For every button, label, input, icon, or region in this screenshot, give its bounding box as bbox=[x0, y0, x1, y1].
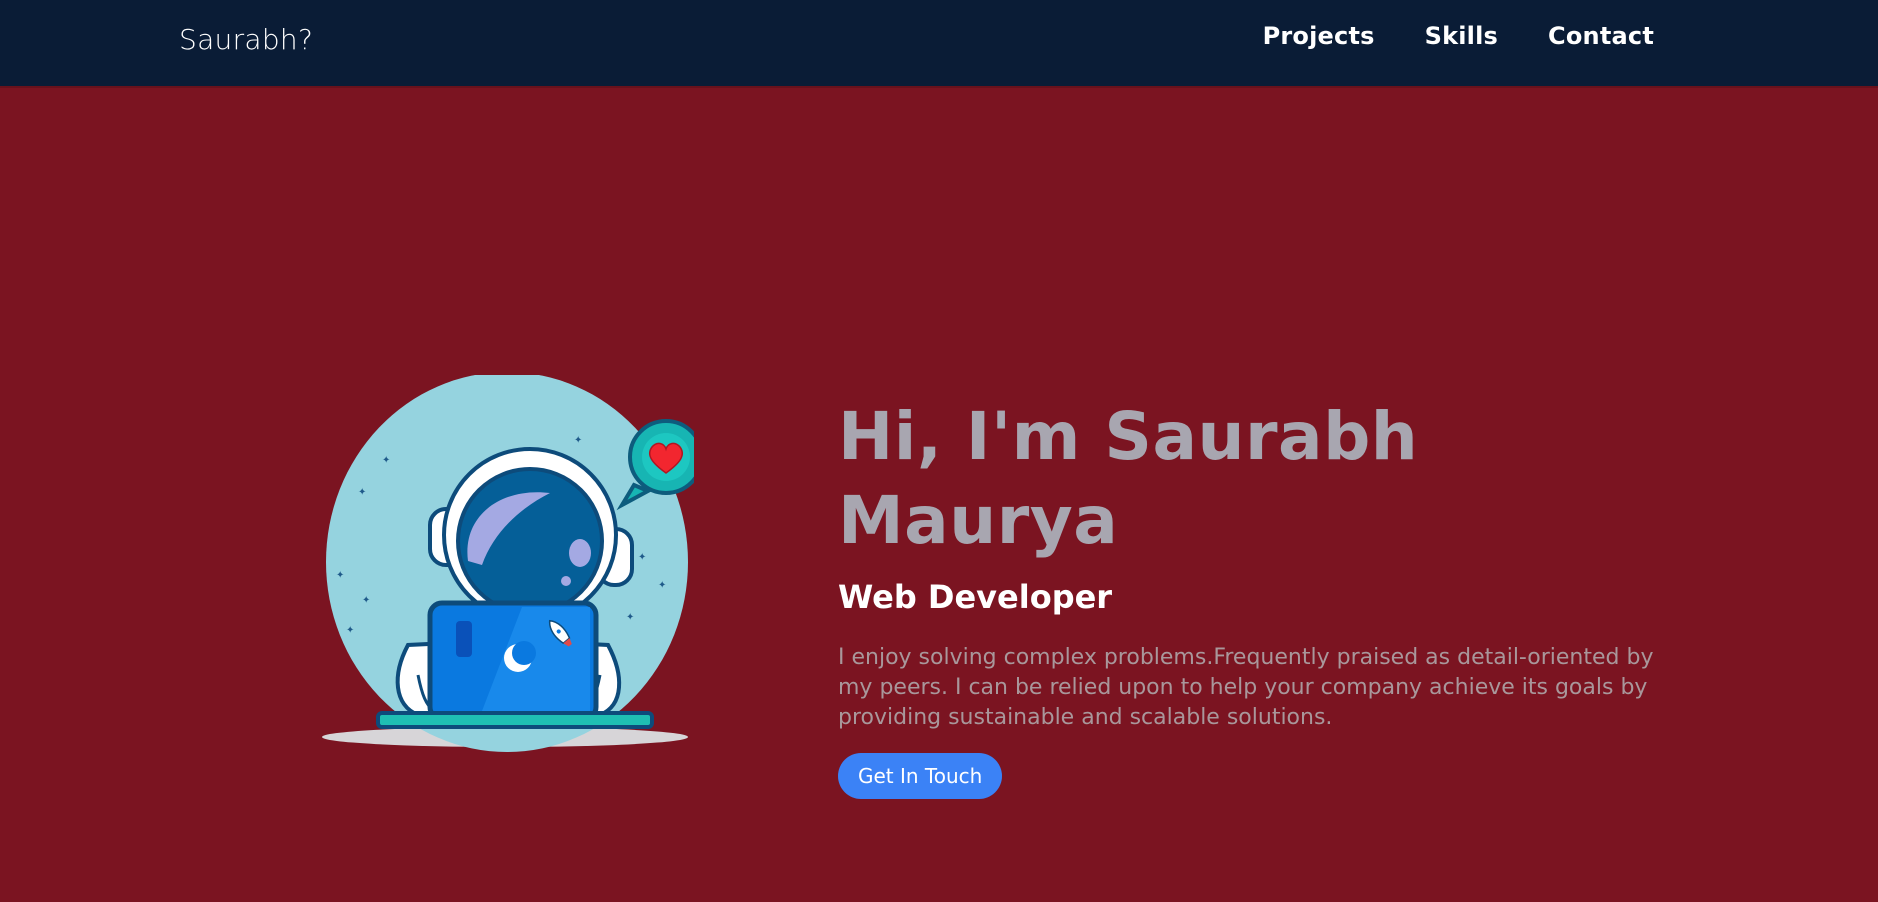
svg-text:✦: ✦ bbox=[574, 435, 582, 446]
astronaut-laptop-illustration: ✦ ✦ ✦ ✦ ✦ ✦ ✦ ✦ ✦ bbox=[322, 372, 704, 755]
navbar: Saurabh? Projects Skills Contact bbox=[0, 0, 1878, 86]
svg-text:✦: ✦ bbox=[362, 595, 370, 606]
svg-text:✦: ✦ bbox=[346, 625, 354, 636]
svg-text:✦: ✦ bbox=[638, 552, 646, 563]
svg-text:✦: ✦ bbox=[382, 455, 390, 466]
nav-links: Projects Skills Contact bbox=[1263, 22, 1654, 50]
nav-link-projects[interactable]: Projects bbox=[1263, 22, 1375, 50]
nav-link-contact[interactable]: Contact bbox=[1548, 22, 1654, 50]
svg-text:✦: ✦ bbox=[658, 580, 666, 591]
hero-section: Hi, I'm Saurabh Maurya Web Developer I e… bbox=[838, 395, 1658, 799]
hero-description: I enjoy solving complex problems.Frequen… bbox=[838, 645, 1654, 730]
svg-text:✦: ✦ bbox=[336, 570, 344, 581]
get-in-touch-button[interactable]: Get In Touch bbox=[838, 753, 1003, 799]
hero-role: Web Developer bbox=[838, 578, 1113, 616]
nav-link-skills[interactable]: Skills bbox=[1425, 22, 1498, 50]
svg-text:✦: ✦ bbox=[358, 487, 366, 498]
svg-text:✦: ✦ bbox=[626, 612, 634, 623]
hero-title: Hi, I'm Saurabh Maurya bbox=[838, 398, 1419, 559]
brand-logo[interactable]: Saurabh? bbox=[179, 23, 313, 56]
